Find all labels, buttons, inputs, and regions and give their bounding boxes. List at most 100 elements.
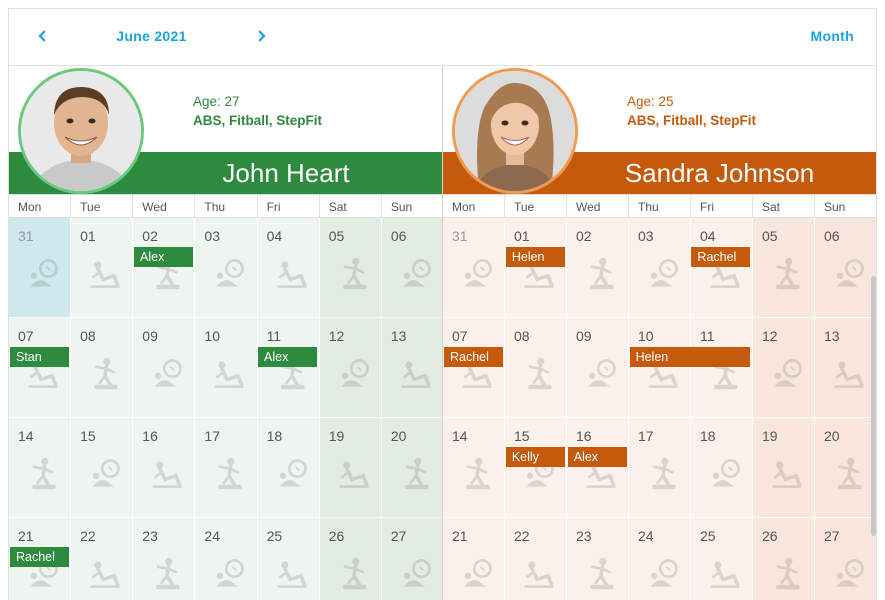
stepfit-icon: [398, 456, 434, 492]
view-switcher-button[interactable]: Month: [811, 28, 854, 44]
day-cell[interactable]: 13: [381, 318, 443, 417]
day-cell[interactable]: 04: [691, 218, 753, 317]
appointment[interactable]: Rachel: [444, 347, 503, 367]
day-cell[interactable]: 22: [505, 518, 567, 600]
abs-icon: [336, 456, 372, 492]
appointment[interactable]: Kelly: [505, 447, 565, 467]
day-cell[interactable]: 01: [71, 218, 134, 317]
day-cell[interactable]: 05: [753, 218, 815, 317]
day-cell[interactable]: 08: [71, 318, 134, 417]
day-cell[interactable]: 19: [753, 418, 815, 517]
day-cell[interactable]: 12: [319, 318, 382, 417]
day-cell[interactable]: 20: [381, 418, 443, 517]
day-cell[interactable]: 18: [691, 418, 753, 517]
appointment[interactable]: Rachel: [691, 247, 751, 267]
day-cell[interactable]: 13: [815, 318, 876, 417]
day-cell[interactable]: 15: [71, 418, 134, 517]
day-number: 14: [18, 428, 34, 444]
weekday-label: Wed: [567, 195, 629, 217]
stepfit-icon: [336, 256, 372, 292]
day-cell[interactable]: 20: [815, 418, 876, 517]
day-cell[interactable]: 14: [9, 418, 72, 517]
day-cell[interactable]: 02: [133, 218, 196, 317]
resource-header: Sandra Johnson Age: 25 ABS, Fitball, Ste…: [443, 66, 876, 194]
prev-period-button[interactable]: [30, 25, 56, 51]
day-cell[interactable]: 16: [567, 418, 629, 517]
day-cell[interactable]: 12: [753, 318, 815, 417]
appointment[interactable]: Alex: [134, 247, 193, 267]
day-cell[interactable]: 05: [319, 218, 382, 317]
day-number: 19: [762, 428, 778, 444]
week-row: 14 15 16 17 18 19 20: [443, 418, 876, 518]
fitball-icon: [769, 356, 805, 392]
resource-header: John Heart Age: 27 ABS, Fitball, StepFit: [9, 66, 443, 194]
day-cell[interactable]: 25: [691, 518, 753, 600]
sandra-johnson-photo: [455, 71, 575, 191]
day-cell[interactable]: 24: [629, 518, 691, 600]
day-cell[interactable]: 16: [133, 418, 196, 517]
day-cell[interactable]: 19: [319, 418, 382, 517]
day-cell[interactable]: 03: [195, 218, 258, 317]
day-number: 19: [328, 428, 345, 444]
day-number: 13: [390, 328, 407, 344]
day-cell[interactable]: 09: [133, 318, 196, 417]
appointment[interactable]: Alex: [567, 447, 627, 467]
fitball-icon: [583, 356, 619, 392]
appointment[interactable]: Helen: [505, 247, 565, 267]
vertical-scrollbar[interactable]: [871, 276, 876, 536]
appointment[interactable]: Helen: [629, 347, 751, 367]
day-cell[interactable]: 27: [381, 518, 443, 600]
stepfit-icon: [831, 456, 867, 492]
day-cell[interactable]: 27: [815, 518, 876, 600]
day-cell[interactable]: 08: [505, 318, 567, 417]
day-number: 11: [700, 328, 715, 344]
fitball-icon: [398, 256, 434, 292]
day-cell[interactable]: 11: [691, 318, 753, 417]
day-cell[interactable]: 07: [9, 318, 72, 417]
day-cell[interactable]: 18: [257, 418, 320, 517]
day-cell[interactable]: 15: [505, 418, 567, 517]
day-cell[interactable]: 02: [567, 218, 629, 317]
day-number: 22: [80, 528, 96, 544]
day-number: 26: [328, 528, 345, 544]
day-cell[interactable]: 24: [195, 518, 258, 600]
day-cell[interactable]: 31: [443, 218, 505, 317]
day-cell[interactable]: 17: [195, 418, 258, 517]
resource-panel-john-heart: John Heart Age: 27 ABS, Fitball, StepFit: [9, 66, 443, 600]
day-cell[interactable]: 23: [133, 518, 196, 600]
day-cell[interactable]: 25: [257, 518, 320, 600]
stepfit-icon: [769, 556, 805, 592]
day-cell[interactable]: 06: [815, 218, 876, 317]
day-cell[interactable]: 10: [195, 318, 258, 417]
day-number: 17: [204, 428, 220, 444]
day-cell[interactable]: 01: [505, 218, 567, 317]
day-number: 05: [762, 228, 778, 244]
appointment[interactable]: Alex: [258, 347, 317, 367]
day-cell[interactable]: 07: [443, 318, 505, 417]
day-cell[interactable]: 06: [381, 218, 443, 317]
day-cell[interactable]: 26: [319, 518, 382, 600]
next-period-button[interactable]: [248, 25, 274, 51]
day-cell[interactable]: 11: [257, 318, 320, 417]
fitball-icon: [831, 556, 867, 592]
current-period-label[interactable]: June 2021: [99, 28, 204, 44]
day-cell[interactable]: 17: [629, 418, 691, 517]
day-cell[interactable]: 14: [443, 418, 505, 517]
day-cell[interactable]: 26: [753, 518, 815, 600]
appointment[interactable]: Rachel: [10, 547, 69, 567]
day-cell[interactable]: 03: [629, 218, 691, 317]
day-cell[interactable]: 09: [567, 318, 629, 417]
day-cell[interactable]: 22: [71, 518, 134, 600]
stepfit-icon: [149, 556, 185, 592]
day-cell[interactable]: 31: [9, 218, 72, 317]
day-cell[interactable]: 04: [257, 218, 320, 317]
day-number: 08: [514, 328, 530, 344]
appointment[interactable]: Stan: [10, 347, 69, 367]
chevron-left-icon: [36, 29, 50, 48]
day-cell[interactable]: 23: [567, 518, 629, 600]
day-cell[interactable]: 10: [629, 318, 691, 417]
week-row: 31 01 02 03 04 05 06: [443, 218, 876, 318]
resource-name: Sandra Johnson: [624, 158, 815, 188]
abs-icon: [211, 356, 247, 392]
day-cell[interactable]: 21: [443, 518, 505, 600]
